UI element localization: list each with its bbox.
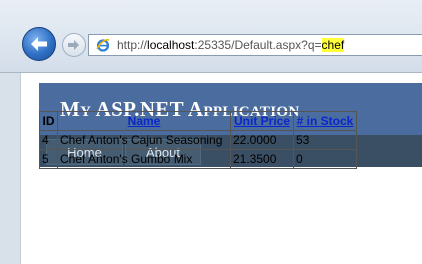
cell-unit-price: 22.0000 bbox=[230, 130, 294, 150]
sort-by-name-link[interactable]: Name bbox=[128, 114, 161, 128]
cell-unit-price: 21.3500 bbox=[230, 149, 294, 169]
products-table: ID Name Unit Price # in Stock 4 Chef Ant… bbox=[39, 111, 357, 169]
ie-page-icon bbox=[95, 37, 111, 53]
back-arrow-icon bbox=[31, 37, 47, 51]
cell-id: 4 bbox=[39, 130, 58, 150]
cell-name: Chef Anton's Cajun Seasoning bbox=[57, 130, 231, 150]
cell-id: 5 bbox=[39, 149, 58, 169]
address-bar[interactable]: http://localhost:25335/Default.aspx?q=ch… bbox=[88, 34, 422, 56]
cell-name: Chef Anton's Gumbo Mix bbox=[57, 149, 231, 169]
table-header-row: ID Name Unit Price # in Stock bbox=[39, 111, 357, 131]
forward-arrow-icon bbox=[68, 40, 79, 50]
header-name: Name bbox=[57, 111, 231, 131]
forward-button[interactable] bbox=[62, 33, 86, 57]
sort-by-in-stock-link[interactable]: # in Stock bbox=[297, 114, 354, 128]
url-text: http://localhost:25335/Default.aspx?q=ch… bbox=[117, 38, 345, 52]
url-query-highlight: chef bbox=[321, 38, 345, 52]
back-button[interactable] bbox=[22, 27, 56, 61]
browser-toolbar: http://localhost:25335/Default.aspx?q=ch… bbox=[0, 0, 422, 73]
page-gutter bbox=[0, 73, 20, 264]
cell-in-stock: 53 bbox=[293, 130, 357, 150]
url-path: :25335/Default.aspx?q= bbox=[194, 38, 322, 52]
header-id: ID bbox=[39, 111, 58, 131]
sort-by-unit-price-link[interactable]: Unit Price bbox=[234, 114, 290, 128]
header-unit-price: Unit Price bbox=[230, 111, 294, 131]
cell-in-stock: 0 bbox=[293, 149, 357, 169]
url-prefix: http:// bbox=[117, 38, 148, 52]
header-in-stock: # in Stock bbox=[293, 111, 357, 131]
table-row: 4 Chef Anton's Cajun Seasoning 22.0000 5… bbox=[39, 130, 357, 150]
url-host: localhost bbox=[147, 38, 195, 52]
table-row: 5 Chef Anton's Gumbo Mix 21.3500 0 bbox=[39, 149, 357, 169]
